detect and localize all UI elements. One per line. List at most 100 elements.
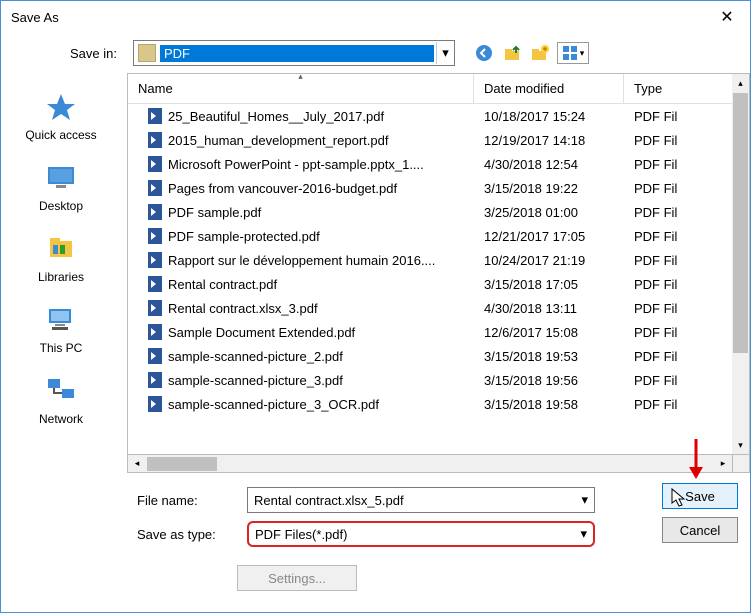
scroll-thumb[interactable] bbox=[733, 93, 748, 353]
vertical-scrollbar[interactable]: ▴ ▾ bbox=[732, 73, 750, 455]
bottom-panel: File name: Rental contract.xlsx_5.pdf ▾ … bbox=[1, 473, 750, 591]
scroll-up-button[interactable]: ▴ bbox=[732, 74, 749, 92]
scroll-left-button[interactable]: ◂ bbox=[128, 456, 146, 472]
pc-icon bbox=[44, 304, 78, 337]
new-folder-button[interactable] bbox=[529, 42, 551, 64]
pdf-file-icon bbox=[148, 348, 162, 364]
libraries-icon bbox=[44, 233, 78, 266]
hscroll-thumb[interactable] bbox=[147, 457, 217, 471]
pdf-file-icon bbox=[148, 132, 162, 148]
file-row[interactable]: PDF sample-protected.pdf12/21/2017 17:05… bbox=[128, 224, 732, 248]
file-type: PDF Fil bbox=[624, 301, 732, 316]
column-type-label: Type bbox=[634, 81, 662, 96]
folder-icon bbox=[138, 44, 156, 62]
file-date: 4/30/2018 13:11 bbox=[474, 301, 624, 316]
file-name: sample-scanned-picture_3.pdf bbox=[168, 373, 343, 388]
scroll-down-button[interactable]: ▾ bbox=[732, 436, 749, 454]
pdf-file-icon bbox=[148, 276, 162, 292]
file-row[interactable]: sample-scanned-picture_3_OCR.pdf 3/15/201… bbox=[128, 392, 732, 416]
settings-button[interactable]: Settings... bbox=[237, 565, 357, 591]
file-type: PDF Fil bbox=[624, 277, 732, 292]
file-name-input[interactable]: Rental contract.xlsx_5.pdf ▾ bbox=[247, 487, 595, 513]
file-name: sample-scanned-picture_2.pdf bbox=[168, 349, 343, 364]
chevron-down-icon[interactable]: ▾ bbox=[580, 526, 587, 542]
file-row[interactable]: 2015_human_development_report.pdf 12/19/2… bbox=[128, 128, 732, 152]
file-list-view: ▴ Name Date modified Type 25_Beautiful_H… bbox=[127, 73, 732, 455]
file-name: Microsoft PowerPoint - ppt-sample.pptx_1… bbox=[168, 157, 424, 172]
file-row[interactable]: Rapport sur le développement humain 2016… bbox=[128, 248, 732, 272]
file-row[interactable]: Microsoft PowerPoint - ppt-sample.pptx_1… bbox=[128, 152, 732, 176]
file-name: sample-scanned-picture_3_OCR.pdf bbox=[168, 397, 379, 412]
place-desktop[interactable]: Desktop bbox=[1, 156, 121, 219]
sort-indicator-icon: ▴ bbox=[298, 73, 303, 82]
file-type: PDF Fil bbox=[624, 109, 732, 124]
file-date: 3/15/2018 19:56 bbox=[474, 373, 624, 388]
file-type: PDF Fil bbox=[624, 205, 732, 220]
network-icon bbox=[44, 375, 78, 408]
column-date-label: Date modified bbox=[484, 81, 564, 96]
file-row[interactable]: Pages from vancouver-2016-budget.pdf3/15… bbox=[128, 176, 732, 200]
file-row[interactable]: 25_Beautiful_Homes__July_2017.pdf 10/18/2… bbox=[128, 104, 732, 128]
save-in-combo[interactable]: PDF ▾ bbox=[133, 40, 455, 66]
file-name: PDF sample.pdf bbox=[168, 205, 261, 220]
toolbar-icons: ▾ bbox=[473, 42, 589, 64]
save-as-type-combo[interactable]: PDF Files(*.pdf) ▾ bbox=[247, 521, 595, 547]
file-row[interactable]: PDF sample.pdf3/25/2018 01:00PDF Fil bbox=[128, 200, 732, 224]
horizontal-scrollbar[interactable]: ◂ ▸ bbox=[127, 455, 732, 473]
file-date: 10/18/2017 15:24 bbox=[474, 109, 624, 124]
back-button[interactable] bbox=[473, 42, 495, 64]
place-label: Network bbox=[39, 412, 83, 426]
toolbar: Save in: PDF ▾ ▾ bbox=[1, 33, 750, 73]
pdf-file-icon bbox=[148, 180, 162, 196]
save-button-label: Save bbox=[685, 489, 715, 504]
cancel-button-label: Cancel bbox=[680, 523, 720, 538]
star-icon bbox=[44, 91, 78, 124]
file-name: 25_Beautiful_Homes__July_2017.pdf bbox=[168, 109, 384, 124]
place-label: Libraries bbox=[38, 270, 84, 284]
file-type: PDF Fil bbox=[624, 181, 732, 196]
file-row[interactable]: Sample Document Extended.pdf12/6/2017 15… bbox=[128, 320, 732, 344]
file-name: Rental contract.pdf bbox=[168, 277, 277, 292]
file-name: 2015_human_development_report.pdf bbox=[168, 133, 388, 148]
place-quick-access[interactable]: Quick access bbox=[1, 85, 121, 148]
pdf-file-icon bbox=[148, 324, 162, 340]
file-date: 3/15/2018 19:58 bbox=[474, 397, 624, 412]
save-button[interactable]: Save bbox=[662, 483, 738, 509]
place-this-pc[interactable]: This PC bbox=[1, 298, 121, 361]
place-label: Desktop bbox=[39, 199, 83, 213]
file-list[interactable]: 25_Beautiful_Homes__July_2017.pdf 10/18/2… bbox=[128, 104, 732, 454]
file-date: 3/15/2018 19:53 bbox=[474, 349, 624, 364]
file-date: 12/19/2017 14:18 bbox=[474, 133, 624, 148]
file-date: 3/15/2018 17:05 bbox=[474, 277, 624, 292]
place-label: Quick access bbox=[25, 128, 96, 142]
pdf-file-icon bbox=[148, 204, 162, 220]
column-header-name[interactable]: ▴ Name bbox=[128, 74, 474, 103]
file-row[interactable]: sample-scanned-picture_3.pdf 3/15/2018 19… bbox=[128, 368, 732, 392]
scroll-corner bbox=[732, 455, 750, 473]
scroll-right-button[interactable]: ▸ bbox=[714, 456, 732, 472]
file-row[interactable]: Rental contract.pdf 3/15/2018 17:05PDF Fi… bbox=[128, 272, 732, 296]
place-network[interactable]: Network bbox=[1, 369, 121, 432]
up-one-level-button[interactable] bbox=[501, 42, 523, 64]
file-type: PDF Fil bbox=[624, 373, 732, 388]
chevron-down-icon[interactable]: ▾ bbox=[581, 492, 588, 508]
file-row[interactable]: Rental contract.xlsx_3.pdf4/30/2018 13:1… bbox=[128, 296, 732, 320]
body-area: Quick access Desktop Libraries This PC Netwo… bbox=[1, 73, 750, 455]
column-header-date[interactable]: Date modified bbox=[474, 74, 624, 103]
file-date: 10/24/2017 21:19 bbox=[474, 253, 624, 268]
desktop-icon bbox=[44, 162, 78, 195]
view-menu-button[interactable]: ▾ bbox=[557, 42, 589, 64]
column-header-type[interactable]: Type bbox=[624, 74, 732, 103]
close-button[interactable]: ✕ bbox=[704, 1, 750, 33]
place-libraries[interactable]: Libraries bbox=[1, 227, 121, 290]
file-row[interactable]: sample-scanned-picture_2.pdf 3/15/2018 19… bbox=[128, 344, 732, 368]
file-type: PDF Fil bbox=[624, 253, 732, 268]
scroll-track[interactable] bbox=[732, 354, 749, 436]
file-name: PDF sample-protected.pdf bbox=[168, 229, 320, 244]
titlebar: Save As ✕ bbox=[1, 1, 750, 33]
cancel-button[interactable]: Cancel bbox=[662, 517, 738, 543]
file-date: 12/6/2017 15:08 bbox=[474, 325, 624, 340]
chevron-down-icon[interactable]: ▾ bbox=[436, 42, 454, 64]
file-type: PDF Fil bbox=[624, 325, 732, 340]
file-type: PDF Fil bbox=[624, 157, 732, 172]
